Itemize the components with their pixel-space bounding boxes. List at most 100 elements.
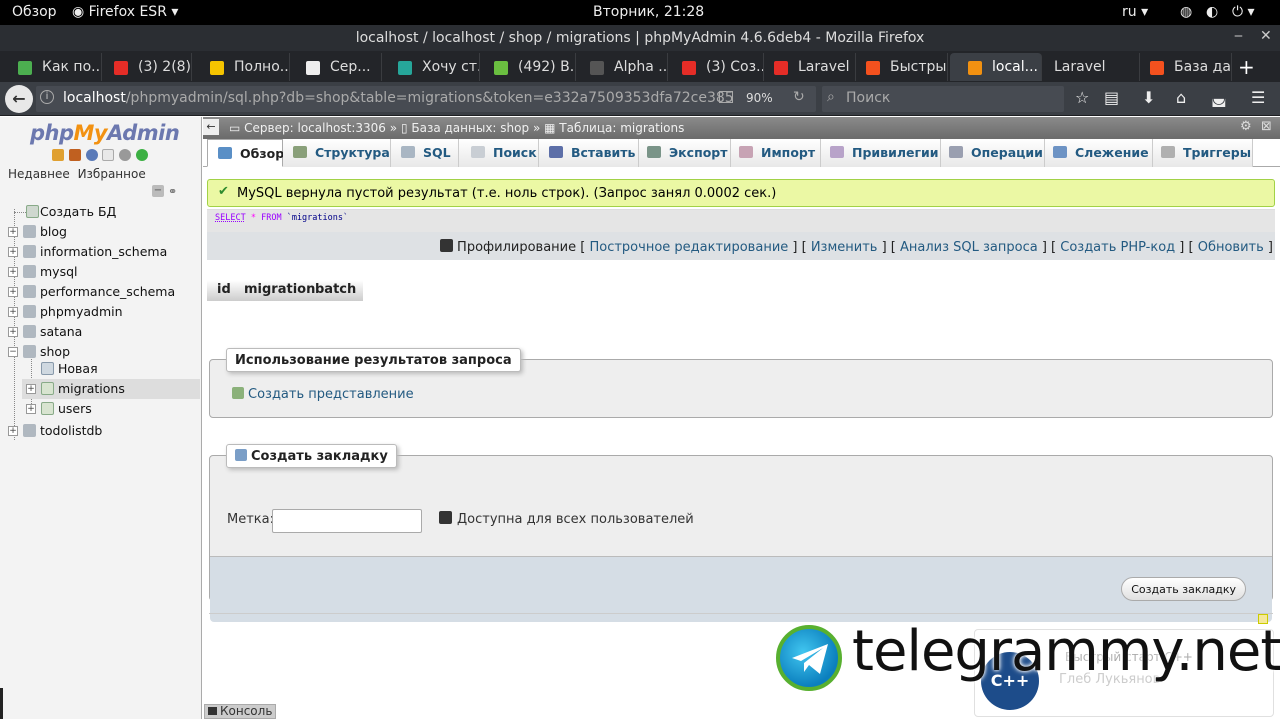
sql-query-text[interactable]: SELECT * FROM `migrations` [215, 213, 348, 223]
refresh-icon[interactable] [136, 149, 149, 161]
tab-sql[interactable]: SQL [391, 139, 459, 167]
tree-item-db[interactable]: + phpmyadmin [0, 302, 200, 322]
create-view-link[interactable]: Создать представление [232, 387, 414, 402]
console-toggle[interactable]: Консоль [204, 704, 277, 719]
bookmark-label-input[interactable] [272, 509, 422, 533]
power-icon[interactable]: ⏻ ▾ [1232, 4, 1255, 20]
expand-icon[interactable]: + [8, 247, 18, 257]
hide-nav-icon[interactable]: ← [203, 119, 219, 135]
tab-import[interactable]: Импорт [731, 139, 821, 167]
breadcrumb-table[interactable]: Таблица: migrations [559, 121, 684, 135]
favorites-tab[interactable]: Избранное [78, 167, 146, 181]
browser-tab[interactable]: Полно... [192, 53, 290, 81]
app-menu[interactable]: ◉ Firefox ESR ▾ [72, 4, 178, 20]
hamburger-menu-icon[interactable]: ☰ [1251, 88, 1265, 107]
minimize-icon[interactable]: ‒ [1234, 28, 1243, 44]
tab-search[interactable]: Поиск [459, 139, 539, 167]
create-php-code-link[interactable]: Создать PHP-код [1060, 240, 1175, 255]
tree-item-db[interactable]: + satana [0, 322, 200, 342]
tab-structure[interactable]: Структура [283, 139, 391, 167]
tab-privileges[interactable]: Привилегии [821, 139, 941, 167]
new-tab-plus-icon[interactable]: + [1238, 55, 1255, 79]
browser-tab[interactable]: (3) Соз... [664, 53, 764, 81]
tab-browse[interactable]: Обзор [207, 139, 284, 167]
tree-item-db[interactable]: + performance_schema [0, 282, 200, 302]
close-icon[interactable]: ⊠ [1261, 119, 1272, 134]
create-bookmark-button[interactable]: Создать закладку [1121, 577, 1246, 601]
clock[interactable]: Вторник, 21:28 [593, 4, 704, 20]
docs-icon[interactable] [102, 149, 115, 161]
language-indicator[interactable]: ru ▾ [1122, 4, 1148, 20]
tab-triggers[interactable]: Триггеры [1153, 139, 1253, 167]
browser-tab[interactable]: База да... [1132, 53, 1232, 81]
collapse-icon[interactable]: − [8, 347, 18, 357]
sql-keyword[interactable]: SELECT [215, 213, 246, 223]
tree-item-new-table[interactable]: Новая [0, 359, 200, 379]
expand-icon[interactable]: + [26, 404, 36, 414]
url-bar[interactable]: i localhost/phpmyadmin/sql.php?db=shop&t… [36, 86, 816, 112]
tab-export[interactable]: Экспорт [639, 139, 731, 167]
browser-tab[interactable]: Как по... [0, 53, 102, 81]
tree-item-table[interactable]: + users [22, 399, 200, 419]
activities-button[interactable]: Обзор [12, 4, 57, 20]
skype-tray-icon[interactable]: ◍ [1180, 4, 1192, 20]
browser-tab[interactable]: Laravel ... [756, 53, 856, 81]
column-header[interactable]: id [217, 282, 231, 297]
url-text[interactable]: localhost/phpmyadmin/sql.php?db=shop&tab… [63, 90, 733, 106]
tree-item-db[interactable]: + mysql [0, 262, 200, 282]
home-icon[interactable] [52, 149, 64, 161]
public-checkbox[interactable] [439, 511, 452, 524]
browser-tab[interactable]: Alpha ... [572, 53, 668, 81]
tree-item-db[interactable]: + blog [0, 222, 200, 242]
pocket-icon[interactable]: ◛ [1211, 88, 1227, 107]
search-bar[interactable]: ⌕ Поиск [822, 86, 1064, 112]
tree-item-db[interactable]: + todolistdb [0, 421, 200, 441]
bookmarks-list-icon[interactable]: ▤ [1104, 88, 1119, 107]
refresh-link[interactable]: Обновить [1198, 240, 1264, 255]
expand-icon[interactable]: + [8, 287, 18, 297]
expand-icon[interactable]: + [8, 327, 18, 337]
close-window-icon[interactable]: ✕ [1260, 28, 1272, 44]
inline-edit-link[interactable]: Построчное редактирование [589, 240, 788, 255]
collapse-all-icon[interactable]: − [152, 185, 164, 197]
public-bookmark-toggle[interactable]: Доступна для всех пользователей [439, 511, 694, 527]
phpmyadmin-logo[interactable]: phpMyAdmin [30, 121, 180, 145]
expand-icon[interactable]: + [8, 267, 18, 277]
zoom-level[interactable]: 90% [746, 91, 773, 105]
tab-insert[interactable]: Вставить [539, 139, 639, 167]
tab-tracking[interactable]: Слежение [1045, 139, 1153, 167]
browser-tab[interactable]: Хочу ст... [380, 53, 480, 81]
browser-tab[interactable]: Сер... [288, 53, 382, 81]
info-icon[interactable]: i [40, 90, 54, 104]
edit-link[interactable]: Изменить [811, 240, 878, 255]
network-icon[interactable]: ◐ [1206, 4, 1218, 20]
tree-item-create-db[interactable]: Создать БД [0, 202, 200, 222]
link-icon[interactable]: ⚭ [168, 185, 177, 198]
gear-icon[interactable] [119, 149, 132, 161]
browser-tab[interactable]: Laravel [1036, 53, 1140, 81]
expand-icon[interactable]: + [8, 426, 18, 436]
column-header[interactable]: batch [315, 282, 356, 297]
tree-item-table-selected[interactable]: + migrations [22, 379, 200, 399]
explain-sql-link[interactable]: Анализ SQL запроса [900, 240, 1038, 255]
browser-tab-active[interactable]: local... [950, 53, 1042, 81]
home-icon[interactable]: ⌂ [1176, 88, 1186, 107]
breadcrumb-server[interactable]: Сервер: localhost:3306 [244, 121, 386, 135]
download-icon[interactable]: ⬇ [1142, 88, 1155, 107]
browser-tab[interactable]: Быстры... [848, 53, 948, 81]
tab-operations[interactable]: Операции [941, 139, 1045, 167]
reload-icon[interactable]: ↻ [793, 89, 805, 105]
profiling-checkbox[interactable] [440, 239, 454, 252]
logout-icon[interactable] [68, 149, 81, 161]
reader-view-icon[interactable] [719, 91, 733, 103]
browser-tab[interactable]: (3) 2(8)... [96, 53, 192, 81]
back-arrow-icon[interactable]: ← [5, 85, 33, 113]
recent-tab[interactable]: Недавнее [8, 167, 70, 181]
help-icon[interactable] [85, 149, 98, 161]
bookmark-star-icon[interactable]: ☆ [1075, 88, 1089, 107]
breadcrumb-database[interactable]: База данных: shop [411, 121, 529, 135]
expand-icon[interactable]: + [8, 307, 18, 317]
gear-icon[interactable]: ⚙ [1240, 119, 1252, 134]
expand-icon[interactable]: + [8, 227, 18, 237]
expand-icon[interactable]: + [26, 384, 36, 394]
